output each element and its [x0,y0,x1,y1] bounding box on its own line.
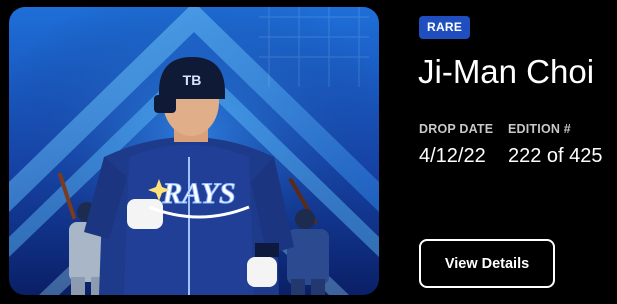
edition-label: EDITION # [508,122,571,136]
drop-date-label: DROP DATE [419,122,494,136]
rarity-badge: RARE [419,16,471,39]
edition-value: 222 of 425 [508,145,603,167]
edition-group: EDITION # 222 of 425 [508,122,603,168]
player-name: Ji-Man Choi [418,53,595,90]
jersey-text: RAYS [161,177,235,210]
cap-logo: TB [183,72,202,88]
artwork-illustration: TB RAYS [9,7,379,295]
moment-card: TB RAYS RARE Ji-Man Choi DROP DATE 4/12/… [0,0,617,304]
player-artwork[interactable]: TB RAYS [9,7,379,295]
drop-date-group: DROP DATE 4/12/22 [419,122,493,168]
view-details-button[interactable]: View Details [419,239,555,288]
drop-date-value: 4/12/22 [419,145,486,167]
